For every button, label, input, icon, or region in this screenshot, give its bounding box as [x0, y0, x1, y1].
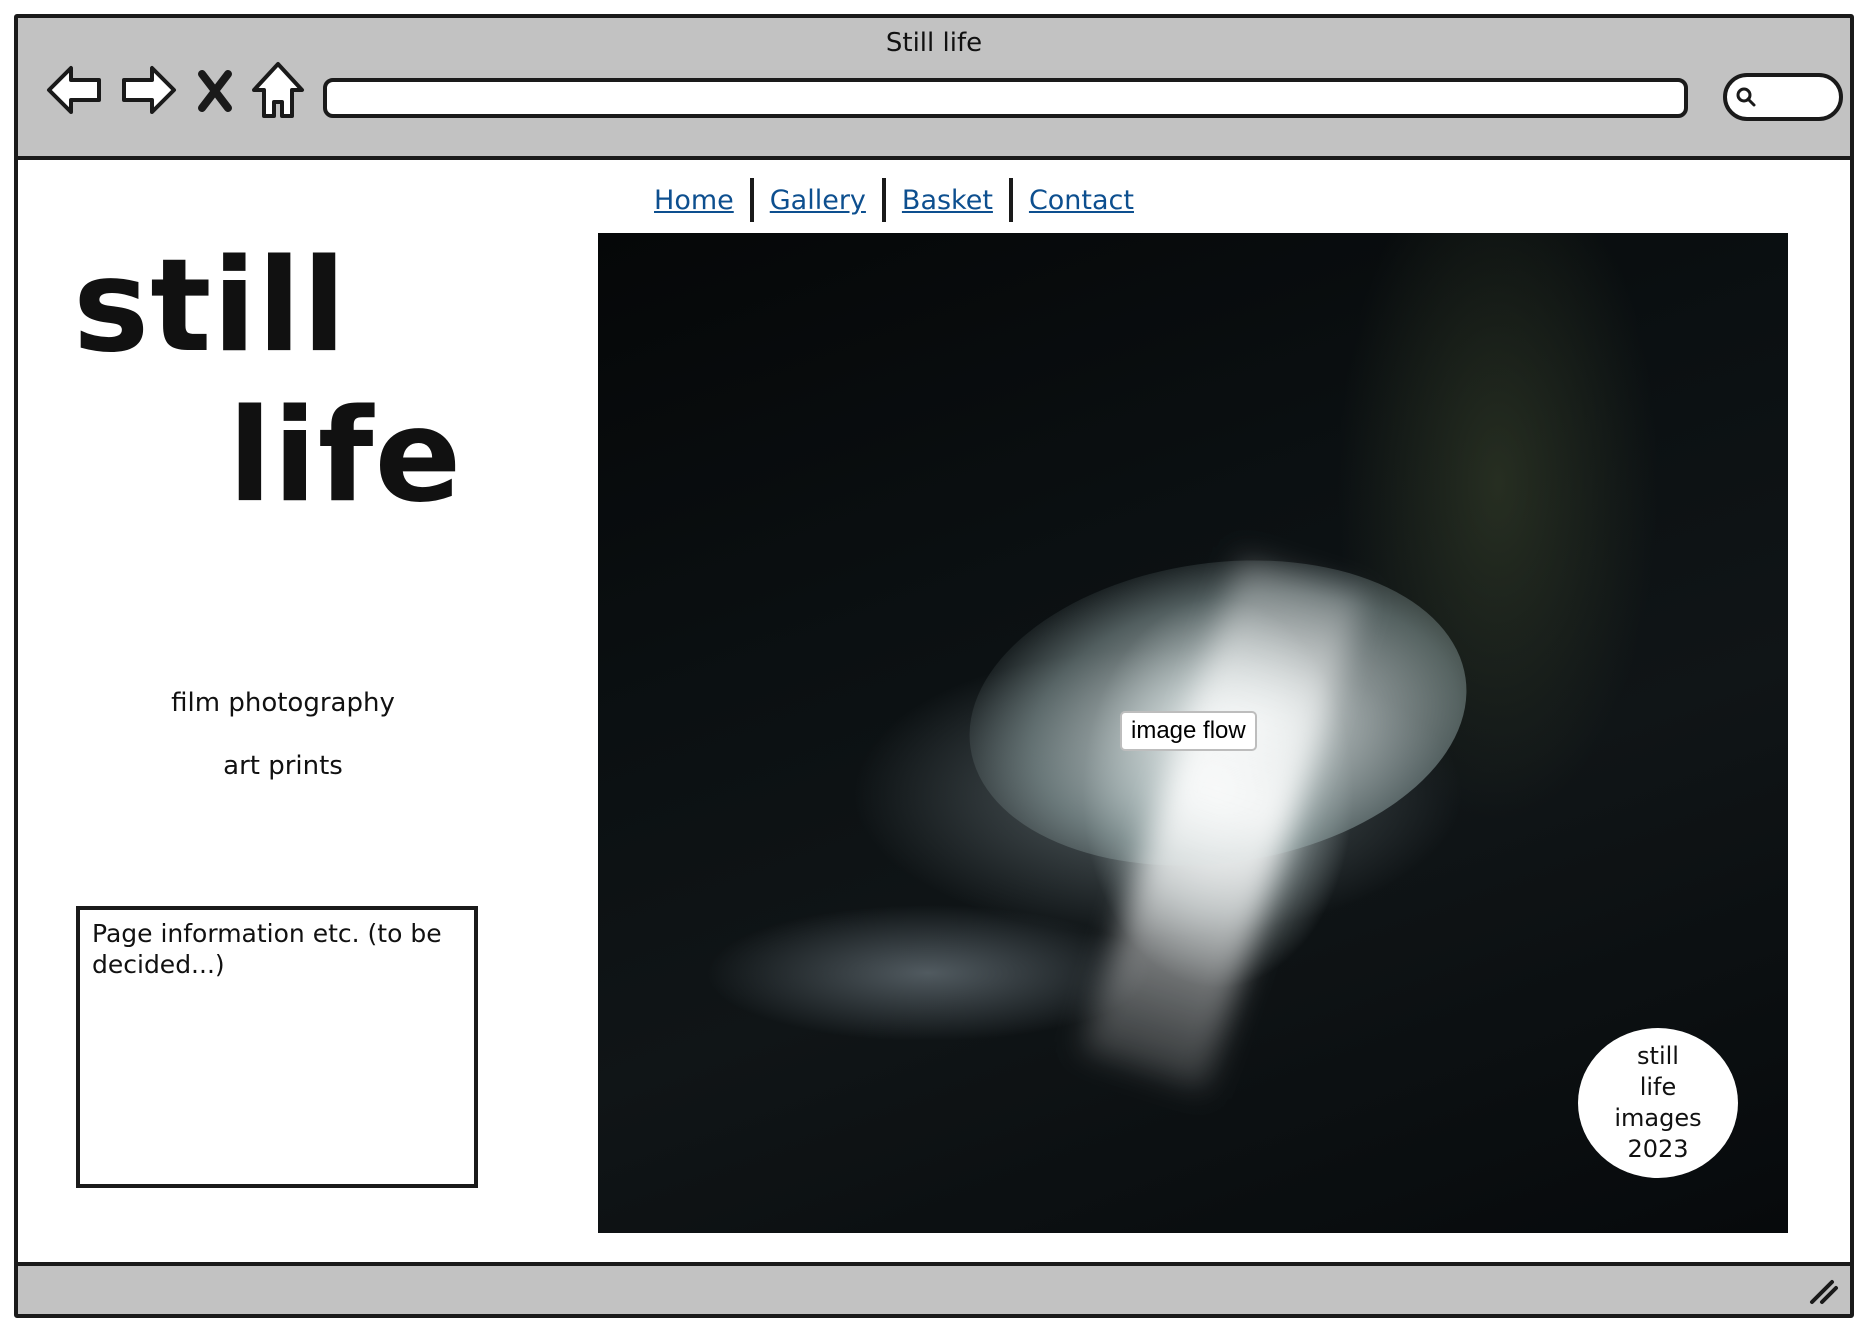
nav-contact-link[interactable]: Contact — [1013, 185, 1150, 216]
hero-photo: image flow still life images 2023 — [598, 233, 1788, 1233]
status-bar — [18, 1262, 1850, 1314]
browser-window: Still life Home Gallery Basket Contact s… — [14, 14, 1854, 1318]
image-flow-button[interactable]: image flow — [1120, 711, 1257, 751]
forward-arrow-icon[interactable] — [116, 58, 180, 122]
still-life-badge: still life images 2023 — [1578, 1028, 1738, 1178]
page-info-box: Page information etc. (to be decided...) — [76, 906, 478, 1188]
window-title: Still life — [885, 28, 983, 58]
logo-line-2: life — [228, 382, 463, 531]
nav-home-link[interactable]: Home — [638, 185, 750, 216]
logo-line-1: still — [73, 232, 347, 381]
home-icon[interactable] — [246, 58, 310, 122]
address-bar[interactable] — [323, 78, 1688, 118]
badge-line: images — [1614, 1104, 1702, 1132]
tagline-film-photography: film photography — [171, 688, 395, 718]
search-input[interactable] — [1723, 73, 1843, 121]
badge-line: life — [1639, 1072, 1677, 1101]
nav-basket-link[interactable]: Basket — [886, 185, 1009, 216]
close-icon[interactable] — [190, 58, 240, 122]
tagline-art-prints: art prints — [223, 751, 343, 781]
browser-toolbar: Still life — [18, 18, 1850, 160]
badge-line: still — [1637, 1041, 1679, 1070]
resize-grip-icon[interactable] — [1806, 1276, 1840, 1306]
site-logo: still life — [73, 243, 462, 521]
nav-gallery-link[interactable]: Gallery — [754, 185, 882, 216]
back-arrow-icon[interactable] — [43, 58, 107, 122]
badge-line: 2023 — [1627, 1135, 1689, 1164]
search-icon — [1736, 87, 1756, 107]
main-nav: Home Gallery Basket Contact — [18, 178, 1850, 222]
